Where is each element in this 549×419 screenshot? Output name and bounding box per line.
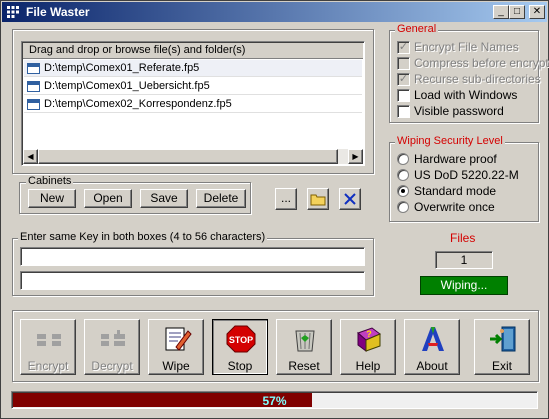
new-cabinet-button[interactable]: New: [28, 189, 76, 208]
delete-cabinet-button[interactable]: Delete: [196, 189, 246, 208]
encrypt-icon: [37, 332, 61, 348]
exit-door-icon: [490, 326, 516, 352]
scroll-left-arrow-icon[interactable]: ◀: [23, 149, 38, 164]
folder-icon: [310, 194, 326, 206]
wipe-icon: [165, 327, 192, 351]
general-label: General: [395, 23, 439, 35]
progress-text: 57%: [262, 394, 287, 408]
checkbox-box: [397, 89, 410, 102]
app-grid-icon: [7, 6, 19, 18]
file-icon: [27, 81, 40, 92]
minimize-button[interactable]: _: [493, 5, 509, 19]
title-bar[interactable]: File Waster _ □ ✕: [2, 2, 547, 22]
help-button[interactable]: ? Help: [340, 319, 396, 375]
about-letter-a-icon: [422, 327, 444, 351]
recycle-bin-icon: [295, 330, 315, 352]
radio-circle: [397, 153, 409, 165]
close-button[interactable]: ✕: [529, 5, 545, 19]
about-button[interactable]: About: [404, 319, 460, 375]
remove-file-button[interactable]: [339, 188, 361, 210]
wipe-button[interactable]: Wipe: [148, 319, 204, 375]
file-list-header: Drag and drop or browse file(s) and fold…: [23, 43, 363, 59]
exit-button[interactable]: Exit: [474, 319, 530, 375]
window-title: File Waster: [26, 5, 90, 19]
stop-sign-icon: STOP: [226, 325, 256, 353]
encrypt-button[interactable]: Encrypt: [20, 319, 76, 375]
svg-text:STOP: STOP: [229, 335, 253, 345]
key-input-1[interactable]: [20, 247, 365, 266]
maximize-button[interactable]: □: [509, 5, 525, 19]
key-input-2[interactable]: [20, 271, 365, 290]
open-cabinet-button[interactable]: Open: [84, 189, 132, 208]
svg-text:?: ?: [366, 329, 372, 339]
help-book-icon: ?: [357, 327, 381, 352]
key-label: Enter same Key in both boxes (4 to 56 ch…: [18, 231, 268, 243]
checkbox-box: [397, 105, 410, 118]
file-icon: [27, 99, 40, 110]
save-cabinet-button[interactable]: Save: [140, 189, 188, 208]
radio-circle: [397, 185, 409, 197]
scroll-thumb[interactable]: [38, 149, 338, 164]
radio-circle: [397, 169, 409, 181]
x-icon: [344, 193, 356, 205]
checkbox-box: ✓: [397, 73, 410, 86]
decrypt-icon: [101, 330, 125, 348]
decrypt-button[interactable]: Decrypt: [84, 319, 140, 375]
scroll-right-arrow-icon[interactable]: ▶: [348, 149, 363, 164]
file-list-item[interactable]: D:\temp\Comex01_Referate.fp5: [24, 60, 362, 77]
file-list-item[interactable]: D:\temp\Comex01_Uebersicht.fp5: [24, 78, 362, 95]
checkbox-box: [397, 57, 410, 70]
radio-circle: [397, 201, 409, 213]
progress-bar: 57%: [11, 391, 538, 409]
wiping-level-label: Wiping Security Level: [395, 135, 505, 147]
reset-button[interactable]: Reset: [276, 319, 332, 375]
stop-button[interactable]: STOP Stop: [212, 319, 268, 375]
file-list[interactable]: Drag and drop or browse file(s) and fold…: [21, 41, 365, 166]
file-icon: [27, 63, 40, 74]
horizontal-scrollbar[interactable]: ◀ ▶: [23, 149, 363, 164]
file-list-item[interactable]: D:\temp\Comex02_Korrespondenz.fp5: [24, 96, 362, 113]
app-window: File Waster _ □ ✕ Drag and drop or brows…: [0, 0, 549, 419]
checkbox-box: ✓: [397, 41, 410, 54]
status-badge: Wiping...: [420, 276, 508, 295]
browse-folder-button[interactable]: [307, 188, 329, 210]
files-label: Files: [450, 231, 476, 245]
files-count-value: 1: [435, 251, 493, 269]
browse-button[interactable]: ...: [275, 188, 297, 210]
cabinets-label: Cabinets: [26, 175, 74, 187]
